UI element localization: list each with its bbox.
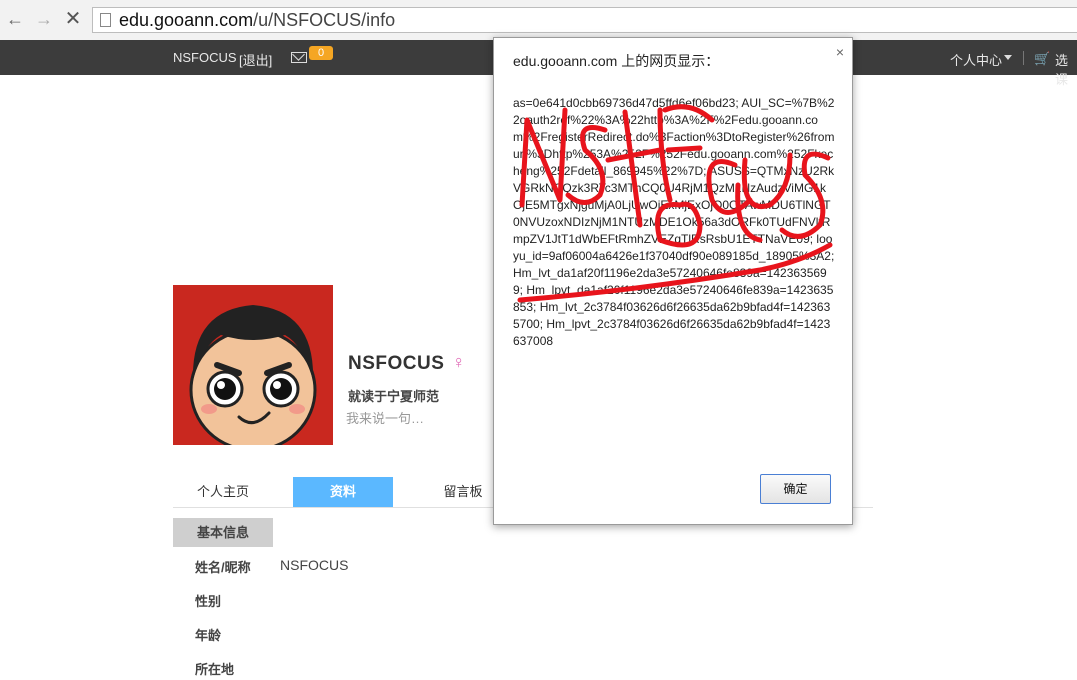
label-location: 所在地	[195, 662, 235, 677]
forward-icon[interactable]: →	[33, 8, 55, 30]
label-age: 年龄	[195, 628, 222, 643]
topbar-username[interactable]: NSFOCUS	[173, 50, 237, 65]
url-text: edu.gooann.com/u/NSFOCUS/info	[119, 10, 396, 30]
mail-icon[interactable]	[291, 52, 307, 63]
section-basic-info[interactable]: 基本信息	[173, 518, 273, 547]
stop-icon[interactable]: ✕	[62, 8, 84, 30]
profile-school: 就读于宁夏师范	[348, 389, 440, 404]
back-icon[interactable]: ←	[4, 8, 26, 30]
label-gender: 性别	[195, 594, 222, 609]
browser-toolbar: ← → ✕ edu.gooann.com/u/NSFOCUS/info	[0, 0, 1077, 41]
profile-nickname: NSFOCUS	[348, 353, 445, 374]
profile-motto[interactable]: 我来说一句…	[346, 408, 424, 427]
label-name: 姓名/昵称	[195, 560, 251, 575]
page-icon	[100, 13, 111, 27]
female-icon: ♀	[452, 352, 466, 372]
close-icon[interactable]: ×	[836, 44, 844, 60]
tab-home[interactable]: 个人主页	[173, 477, 273, 507]
chevron-down-icon	[1004, 55, 1012, 60]
dialog-title: edu.gooann.com 上的网页显示：	[513, 53, 720, 69]
address-bar[interactable]: edu.gooann.com/u/NSFOCUS/info	[92, 7, 1077, 33]
divider	[1023, 51, 1024, 65]
logout-link[interactable]: [退出]	[239, 50, 272, 69]
dialog-message: as=0e641d0cbb69736d47d5ffd6ef06bd23; AUI…	[513, 96, 835, 348]
avatar	[173, 285, 333, 445]
ok-button[interactable]: 确定	[760, 474, 831, 504]
tab-profile[interactable]: 资料	[293, 477, 393, 507]
mail-count-badge: 0	[309, 46, 334, 60]
alert-dialog: edu.gooann.com 上的网页显示： × as=0e641d0cbb69…	[493, 37, 853, 525]
user-center-menu[interactable]: 个人中心	[950, 50, 1002, 69]
course-select-link[interactable]: 选课	[1055, 50, 1077, 88]
cart-icon[interactable]: 🛒	[1034, 51, 1050, 67]
value-name: NSFOCUS	[280, 557, 349, 573]
